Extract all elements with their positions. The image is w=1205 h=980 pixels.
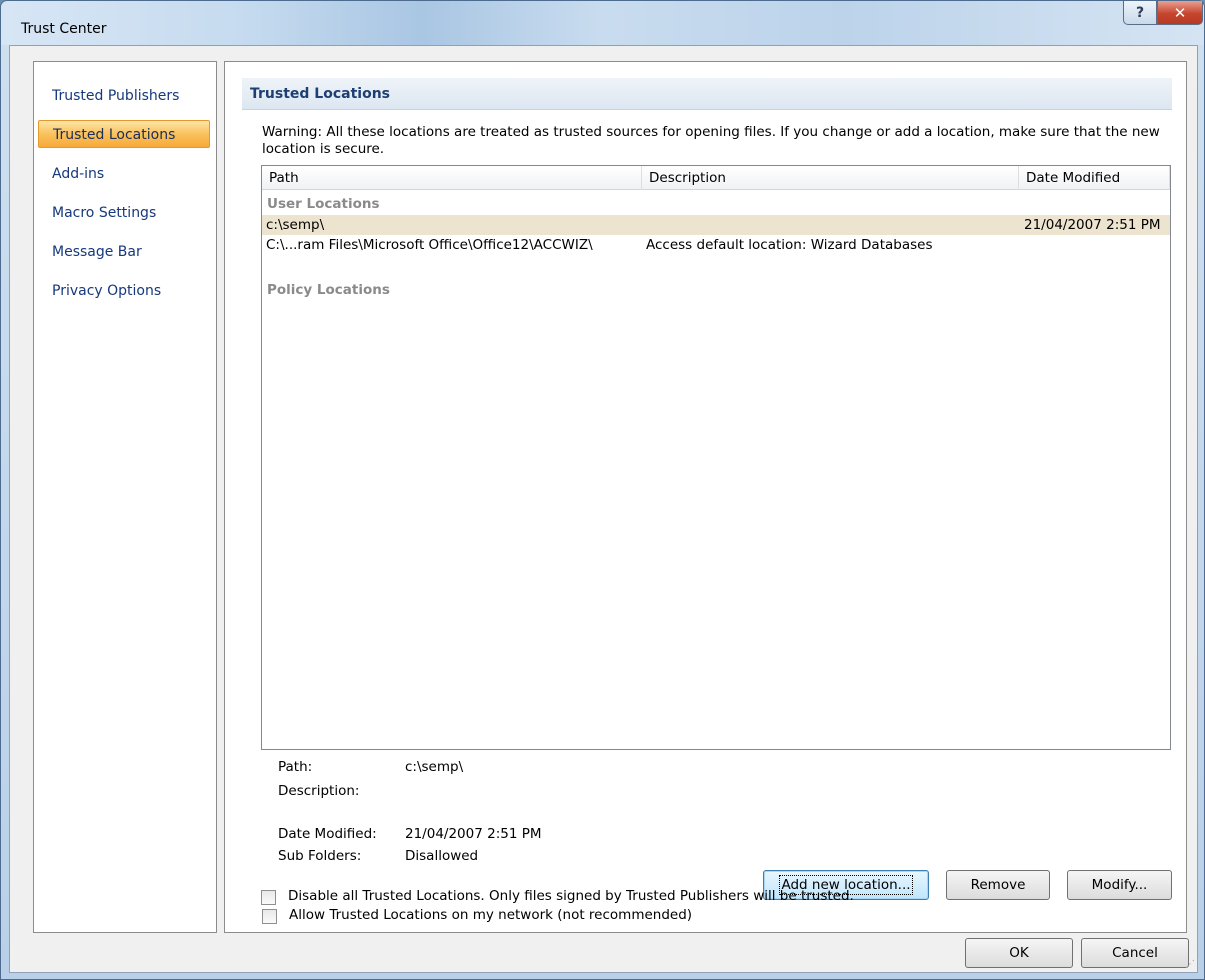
row-date: 21/04/2007 2:51 PM xyxy=(1024,217,1161,233)
window-title: Trust Center xyxy=(21,21,107,37)
column-header-date-modified[interactable]: Date Modified xyxy=(1019,166,1170,190)
table-row[interactable]: C:\...ram Files\Microsoft Office\Office1… xyxy=(262,235,1170,255)
detail-subfolders-label: Sub Folders: xyxy=(278,848,362,864)
close-button[interactable]: ✕ xyxy=(1157,1,1203,25)
remove-label: Remove xyxy=(970,877,1026,893)
cancel-button[interactable]: Cancel xyxy=(1081,938,1189,968)
detail-date-value: 21/04/2007 2:51 PM xyxy=(405,826,542,842)
locations-list[interactable]: Path Description Date Modified User Loca… xyxy=(261,165,1171,750)
sidebar-item-message-bar[interactable]: Message Bar xyxy=(38,238,210,266)
row-path: C:\...ram Files\Microsoft Office\Office1… xyxy=(266,237,593,253)
column-header-description[interactable]: Description xyxy=(642,166,1019,190)
warning-text: Warning: All these locations are treated… xyxy=(262,124,1160,157)
remove-button[interactable]: Remove xyxy=(946,870,1050,900)
dialog-client-area: Trusted Publishers Trusted Locations Add… xyxy=(9,45,1198,973)
help-button[interactable]: ? xyxy=(1123,1,1157,25)
detail-subfolders-value: Disallowed xyxy=(405,848,479,864)
row-description: Access default location: Wizard Database… xyxy=(646,237,933,253)
title-bar[interactable]: Trust Center ? ✕ xyxy=(1,1,1204,45)
help-icon: ? xyxy=(1135,4,1145,21)
disable-all-checkbox[interactable] xyxy=(261,890,276,905)
resize-grip-icon[interactable]: ⋰ xyxy=(1185,959,1195,970)
table-row[interactable]: c:\semp\ 21/04/2007 2:51 PM xyxy=(262,215,1170,235)
detail-description-label: Description: xyxy=(278,783,360,799)
detail-path-label: Path: xyxy=(278,759,313,775)
modify-label: Modify... xyxy=(1091,877,1148,893)
sidebar-item-trusted-locations[interactable]: Trusted Locations xyxy=(38,120,210,148)
group-label-policy-locations: Policy Locations xyxy=(267,282,390,298)
row-path: c:\semp\ xyxy=(266,217,325,233)
list-header: Path Description Date Modified xyxy=(262,166,1170,190)
ok-label: OK xyxy=(1009,945,1029,961)
allow-network-label[interactable]: Allow Trusted Locations on my network (n… xyxy=(289,907,692,923)
trusted-locations-panel: Trusted Locations Warning: All these loc… xyxy=(224,61,1187,933)
close-icon: ✕ xyxy=(1173,3,1187,22)
category-sidebar: Trusted Publishers Trusted Locations Add… xyxy=(33,61,217,933)
detail-path-value: c:\semp\ xyxy=(405,759,464,775)
detail-date-label: Date Modified: xyxy=(278,826,377,842)
sidebar-item-add-ins[interactable]: Add-ins xyxy=(38,160,210,188)
sidebar-item-macro-settings[interactable]: Macro Settings xyxy=(38,199,210,227)
sidebar-item-privacy-options[interactable]: Privacy Options xyxy=(38,277,210,305)
ok-button[interactable]: OK xyxy=(965,938,1073,968)
sidebar-item-trusted-publishers[interactable]: Trusted Publishers xyxy=(38,82,210,110)
disable-all-label[interactable]: Disable all Trusted Locations. Only file… xyxy=(288,888,854,904)
cancel-label: Cancel xyxy=(1112,945,1158,961)
trust-center-window: Trust Center ? ✕ Trusted Publishers Trus… xyxy=(0,0,1205,980)
modify-button[interactable]: Modify... xyxy=(1067,870,1172,900)
allow-network-checkbox[interactable] xyxy=(262,909,277,924)
group-label-user-locations: User Locations xyxy=(267,196,380,212)
section-title: Trusted Locations xyxy=(242,78,1172,110)
column-header-path[interactable]: Path xyxy=(262,166,642,190)
